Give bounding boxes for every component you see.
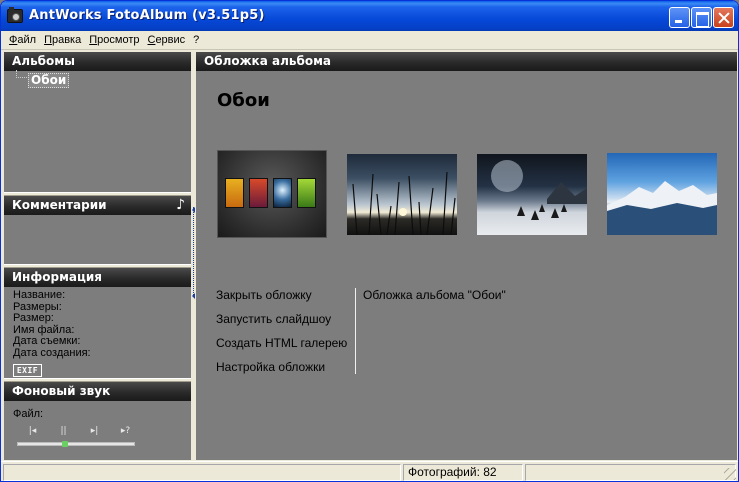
- sound-file-label: Файл:: [13, 408, 44, 420]
- tree-connector: [16, 70, 27, 78]
- snow-landscape-image: [491, 160, 587, 220]
- splitter-dots: [193, 207, 194, 295]
- info-fields: Название: Размеры: Размер: Имя файла: Да…: [13, 289, 91, 359]
- comments-body[interactable]: [4, 215, 191, 264]
- cover-thumbnail-1[interactable]: [217, 150, 327, 238]
- cover-thumbnail-4[interactable]: [607, 153, 717, 235]
- title-bar[interactable]: AntWorks FotoAlbum (v3.51p5): [1, 1, 738, 31]
- cover-thumbnail-3[interactable]: [477, 154, 587, 235]
- app-window: AntWorks FotoAlbum (v3.51p5) Файл Правка…: [0, 0, 739, 482]
- actions-divider: [355, 288, 356, 374]
- random-track-button[interactable]: ▸?: [110, 425, 141, 437]
- tree-silhouette-image: [352, 171, 456, 235]
- info-name-label: Название:: [13, 289, 66, 301]
- status-bar: Фотографий: 82: [1, 461, 738, 481]
- mini-wallpaper-3: [273, 178, 292, 208]
- comments-header: Комментарии ♪: [4, 196, 191, 215]
- start-slideshow-link[interactable]: Запустить слайдшоу: [216, 312, 347, 336]
- resize-grip-icon[interactable]: [724, 468, 736, 480]
- close-cover-link[interactable]: Закрыть обложку: [216, 288, 347, 312]
- next-track-button[interactable]: ▸|: [79, 425, 110, 437]
- photo-count: Фотографий: 82: [403, 464, 523, 481]
- music-note-icon[interactable]: ♪: [176, 198, 185, 212]
- album-title: Обои: [217, 90, 270, 111]
- cover-settings-link[interactable]: Настройка обложки: [216, 360, 347, 384]
- menu-edit[interactable]: Правка: [44, 34, 81, 46]
- album-caption: Обложка альбома "Обои": [363, 288, 506, 302]
- playback-slider[interactable]: [17, 441, 135, 447]
- prev-track-button[interactable]: |◂: [17, 425, 48, 437]
- menu-help[interactable]: ?: [193, 34, 199, 46]
- status-cell-main: [3, 464, 401, 481]
- status-cell-extra: [525, 464, 736, 481]
- pause-button[interactable]: ||: [48, 425, 79, 437]
- playback-slider-thumb[interactable]: [62, 441, 68, 447]
- info-shot-date-label: Дата съемки:: [13, 335, 81, 347]
- albums-header: Альбомы: [4, 52, 191, 71]
- player-controls: |◂ || ▸| ▸?: [17, 425, 141, 437]
- cover-actions: Закрыть обложку Запустить слайдшоу Созда…: [216, 288, 347, 384]
- comments-header-label: Комментарии: [12, 198, 107, 212]
- cover-thumbnail-2[interactable]: [347, 154, 457, 235]
- cover-pane: Обложка альбома Обои Закрыть обложку Зап…: [196, 52, 737, 460]
- info-body: Название: Размеры: Размер: Имя файла: Да…: [4, 287, 191, 380]
- window-title: AntWorks FotoAlbum (v3.51p5): [29, 8, 265, 23]
- minimize-button[interactable]: [669, 7, 690, 28]
- camera-icon: [7, 7, 23, 23]
- menu-view[interactable]: Просмотр: [89, 34, 139, 46]
- left-pane: Альбомы Обои Комментарии ♪ Информация На…: [4, 52, 191, 460]
- info-header: Информация: [4, 268, 191, 287]
- album-tree-item[interactable]: Обои: [28, 73, 70, 88]
- sound-header: Фоновый звук: [4, 382, 191, 401]
- create-html-gallery-link[interactable]: Создать HTML галерею: [216, 336, 347, 360]
- info-size-label: Размер:: [13, 312, 54, 324]
- cover-header: Обложка альбома: [196, 52, 737, 71]
- menu-bar: Файл Правка Просмотр Сервис ?: [1, 31, 738, 50]
- mountain-image: [607, 181, 717, 235]
- info-created-date-label: Дата создания:: [13, 346, 91, 359]
- albums-tree[interactable]: Обои: [4, 70, 191, 192]
- close-button[interactable]: [713, 7, 734, 28]
- mini-wallpaper-1: [225, 178, 244, 208]
- exif-button[interactable]: EXIF: [13, 364, 42, 377]
- maximize-button[interactable]: [691, 7, 712, 28]
- collapse-arrow-icon[interactable]: [192, 293, 195, 299]
- sound-body: Файл: |◂ || ▸| ▸?: [4, 401, 191, 460]
- mini-wallpaper-2: [249, 178, 268, 208]
- menu-tools[interactable]: Сервис: [147, 34, 185, 46]
- mini-wallpaper-4: [297, 178, 316, 208]
- menu-file[interactable]: Файл: [9, 34, 36, 46]
